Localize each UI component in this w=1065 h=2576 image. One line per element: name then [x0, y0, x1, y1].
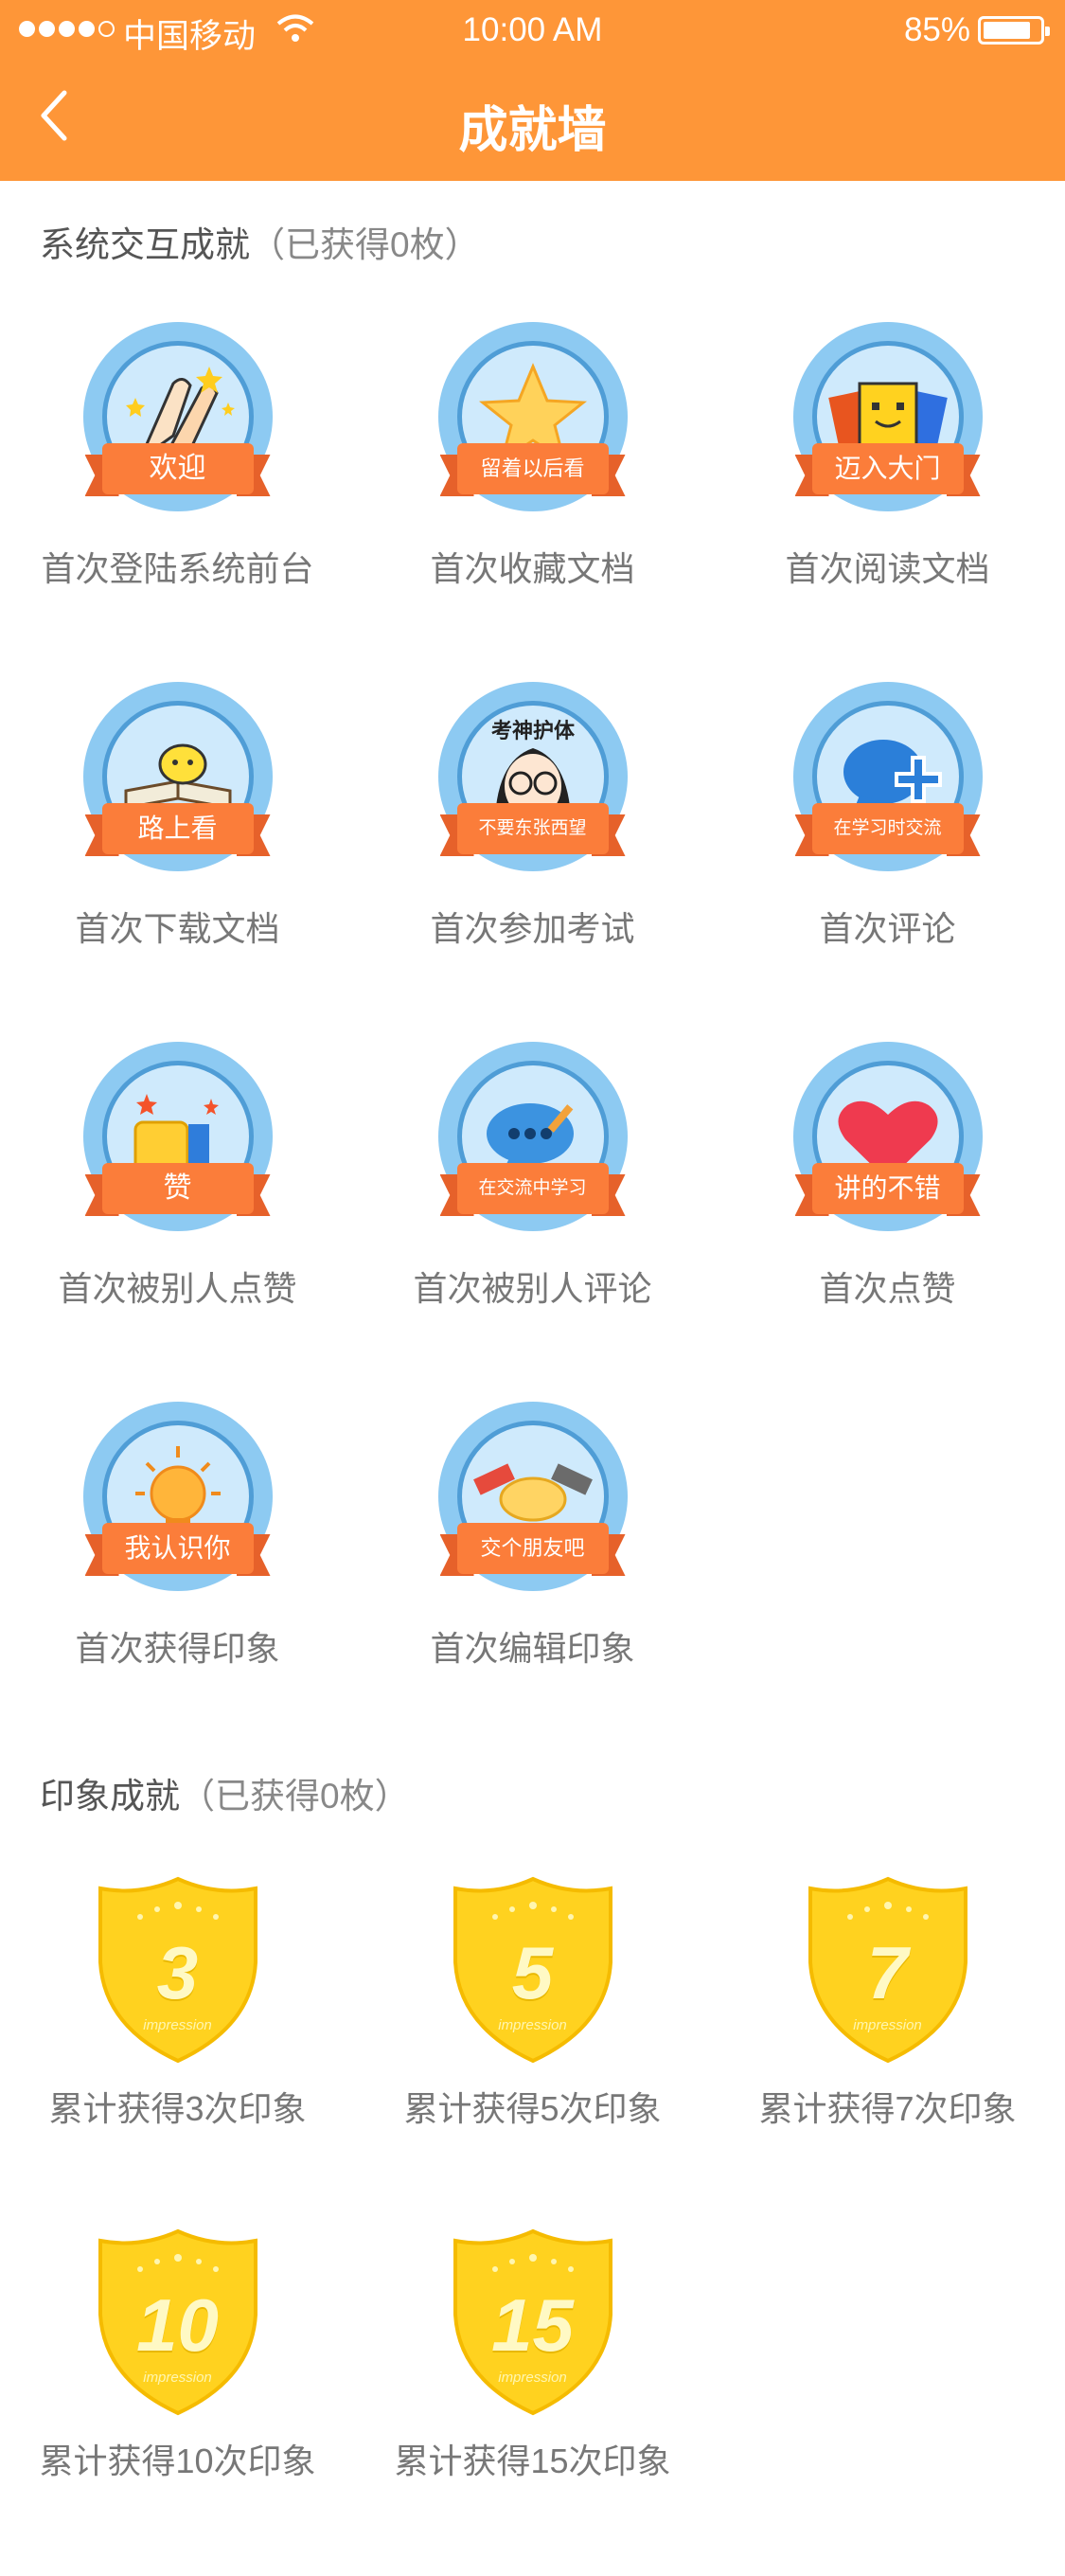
- impression-subtitle: impression: [143, 2017, 212, 2033]
- achievement-label: 首次阅读文档: [785, 549, 990, 588]
- achievement-badge[interactable]: 讲的不错 首次点赞: [710, 1042, 1065, 1326]
- ribbon-text: 我认识你: [101, 1523, 254, 1574]
- achievement-label: 累计获得10次印象: [39, 2442, 316, 2480]
- exam-banner-text: 考神护体: [490, 719, 575, 742]
- ribbon-text: 在学习时交流: [811, 803, 964, 854]
- achievement-label: 首次收藏文档: [430, 549, 635, 588]
- achievement-label: 首次点赞: [819, 1269, 956, 1308]
- achievement-badge[interactable]: 交个朋友吧首次编辑印象: [355, 1402, 710, 1686]
- ribbon-banner: 讲的不错: [794, 1163, 981, 1218]
- medal-badge: 路上看: [82, 682, 273, 871]
- medal-badge: 欢迎: [82, 322, 273, 511]
- ribbon-text: 赞: [101, 1163, 254, 1214]
- header-bar: 中国移动 10:00 AM 85% 成就墙: [0, 0, 1065, 181]
- ribbon-text: 讲的不错: [811, 1163, 964, 1214]
- ribbon-text: 不要东张西望: [456, 803, 609, 854]
- ribbon-text: 欢迎: [101, 443, 254, 494]
- medal-badge: 赞: [82, 1042, 273, 1231]
- impression-badge[interactable]: 7 impression 累计获得7次印象: [710, 1875, 1065, 2159]
- shield-icon: 5 impression: [448, 1875, 618, 2065]
- impression-badge[interactable]: 10 impression 累计获得10次印象: [0, 2227, 355, 2512]
- achievement-label: 首次参加考试: [430, 909, 635, 948]
- shield-icon: 7 impression: [803, 1875, 973, 2065]
- section-title-text: 系统交互成就: [40, 225, 250, 264]
- achievement-label: 首次编辑印象: [430, 1629, 635, 1668]
- battery-icon: [978, 16, 1050, 45]
- medal-badge: 留着以后看: [437, 322, 628, 511]
- medal-badge: 在交流中学习: [437, 1042, 628, 1231]
- status-bar: 中国移动 10:00 AM 85%: [0, 0, 1065, 59]
- medal-badge: 讲的不错: [792, 1042, 983, 1231]
- achievement-label: 首次被别人评论: [413, 1269, 652, 1308]
- impression-badge[interactable]: 5 impression 累计获得5次印象: [355, 1875, 710, 2159]
- achievement-label: 首次被别人点赞: [58, 1269, 297, 1308]
- ribbon-text: 留着以后看: [456, 443, 609, 494]
- ribbon-banner: 我认识你: [84, 1523, 271, 1578]
- achievement-label: 首次下载文档: [75, 909, 280, 948]
- impression-subtitle: impression: [498, 2017, 567, 2033]
- achievement-badge[interactable]: 迈入大门首次阅读文档: [710, 322, 1065, 606]
- achievement-badge[interactable]: 留着以后看首次收藏文档: [355, 322, 710, 606]
- medal-badge: 考神护体不要东张西望: [437, 682, 628, 871]
- ribbon-banner: 留着以后看: [439, 443, 626, 498]
- medal-badge: 我认识你: [82, 1402, 273, 1591]
- shield-icon: 15 impression: [448, 2227, 618, 2417]
- achievement-badge[interactable]: 赞首次被别人点赞: [0, 1042, 355, 1326]
- ribbon-banner: 路上看: [84, 803, 271, 858]
- achievement-badge[interactable]: 欢迎首次登陆系统前台: [0, 322, 355, 606]
- impression-badge[interactable]: 15 impression 累计获得15次印象: [355, 2227, 710, 2512]
- ribbon-banner: 迈入大门: [794, 443, 981, 498]
- section-title-text: 印象成就: [40, 1777, 180, 1816]
- achievement-label: 首次登陆系统前台: [41, 549, 314, 588]
- medal-badge: 在学习时交流: [792, 682, 983, 871]
- ribbon-text: 迈入大门: [811, 443, 964, 494]
- ribbon-banner: 赞: [84, 1163, 271, 1218]
- shield-icon: 10 impression: [93, 2227, 263, 2417]
- impression-number: 3: [156, 1931, 199, 2014]
- section-title-system: 系统交互成就（已获得0枚）: [40, 216, 480, 267]
- impression-number: 10: [136, 2283, 219, 2367]
- medal-badge: 交个朋友吧: [437, 1402, 628, 1591]
- achievement-badge[interactable]: 考神护体不要东张西望首次参加考试: [355, 682, 710, 966]
- achievement-badge[interactable]: 在学习时交流首次评论: [710, 682, 1065, 966]
- ribbon-banner: 欢迎: [84, 443, 271, 498]
- achievement-badge[interactable]: 在交流中学习首次被别人评论: [355, 1042, 710, 1326]
- ribbon-banner: 交个朋友吧: [439, 1523, 626, 1578]
- impression-number: 7: [866, 1931, 909, 2014]
- achievement-label: 首次评论: [819, 909, 956, 948]
- ribbon-banner: 在交流中学习: [439, 1163, 626, 1218]
- impression-subtitle: impression: [143, 2370, 212, 2386]
- ribbon-banner: 在学习时交流: [794, 803, 981, 858]
- achievement-label: 累计获得5次印象: [403, 2089, 662, 2128]
- impression-subtitle: impression: [498, 2370, 567, 2386]
- earned-count: （已获得0枚）: [250, 225, 480, 264]
- achievement-label: 累计获得3次印象: [48, 2089, 307, 2128]
- impression-number: 15: [491, 2283, 574, 2367]
- achievement-badge[interactable]: 我认识你首次获得印象: [0, 1402, 355, 1686]
- ribbon-text: 路上看: [101, 803, 254, 854]
- ribbon-text: 在交流中学习: [456, 1163, 609, 1214]
- ribbon-banner: 不要东张西望: [439, 803, 626, 858]
- achievement-label: 累计获得7次印象: [758, 2089, 1017, 2128]
- impression-number: 5: [511, 1931, 554, 2014]
- impression-subtitle: impression: [853, 2017, 922, 2033]
- page-title: 成就墙: [458, 103, 607, 158]
- medal-badge: 迈入大门: [792, 322, 983, 511]
- impression-badge[interactable]: 3 impression 累计获得3次印象: [0, 1875, 355, 2159]
- ribbon-text: 交个朋友吧: [456, 1523, 609, 1574]
- achievement-label: 累计获得15次印象: [394, 2442, 671, 2480]
- section-title-impression: 印象成就（已获得0枚）: [40, 1767, 410, 1818]
- achievement-badge[interactable]: 路上看 首次下载文档: [0, 682, 355, 966]
- earned-count: （已获得0枚）: [180, 1777, 410, 1816]
- shield-icon: 3 impression: [93, 1875, 263, 2065]
- achievement-label: 首次获得印象: [75, 1629, 280, 1668]
- battery-percentage: 85%: [903, 11, 970, 48]
